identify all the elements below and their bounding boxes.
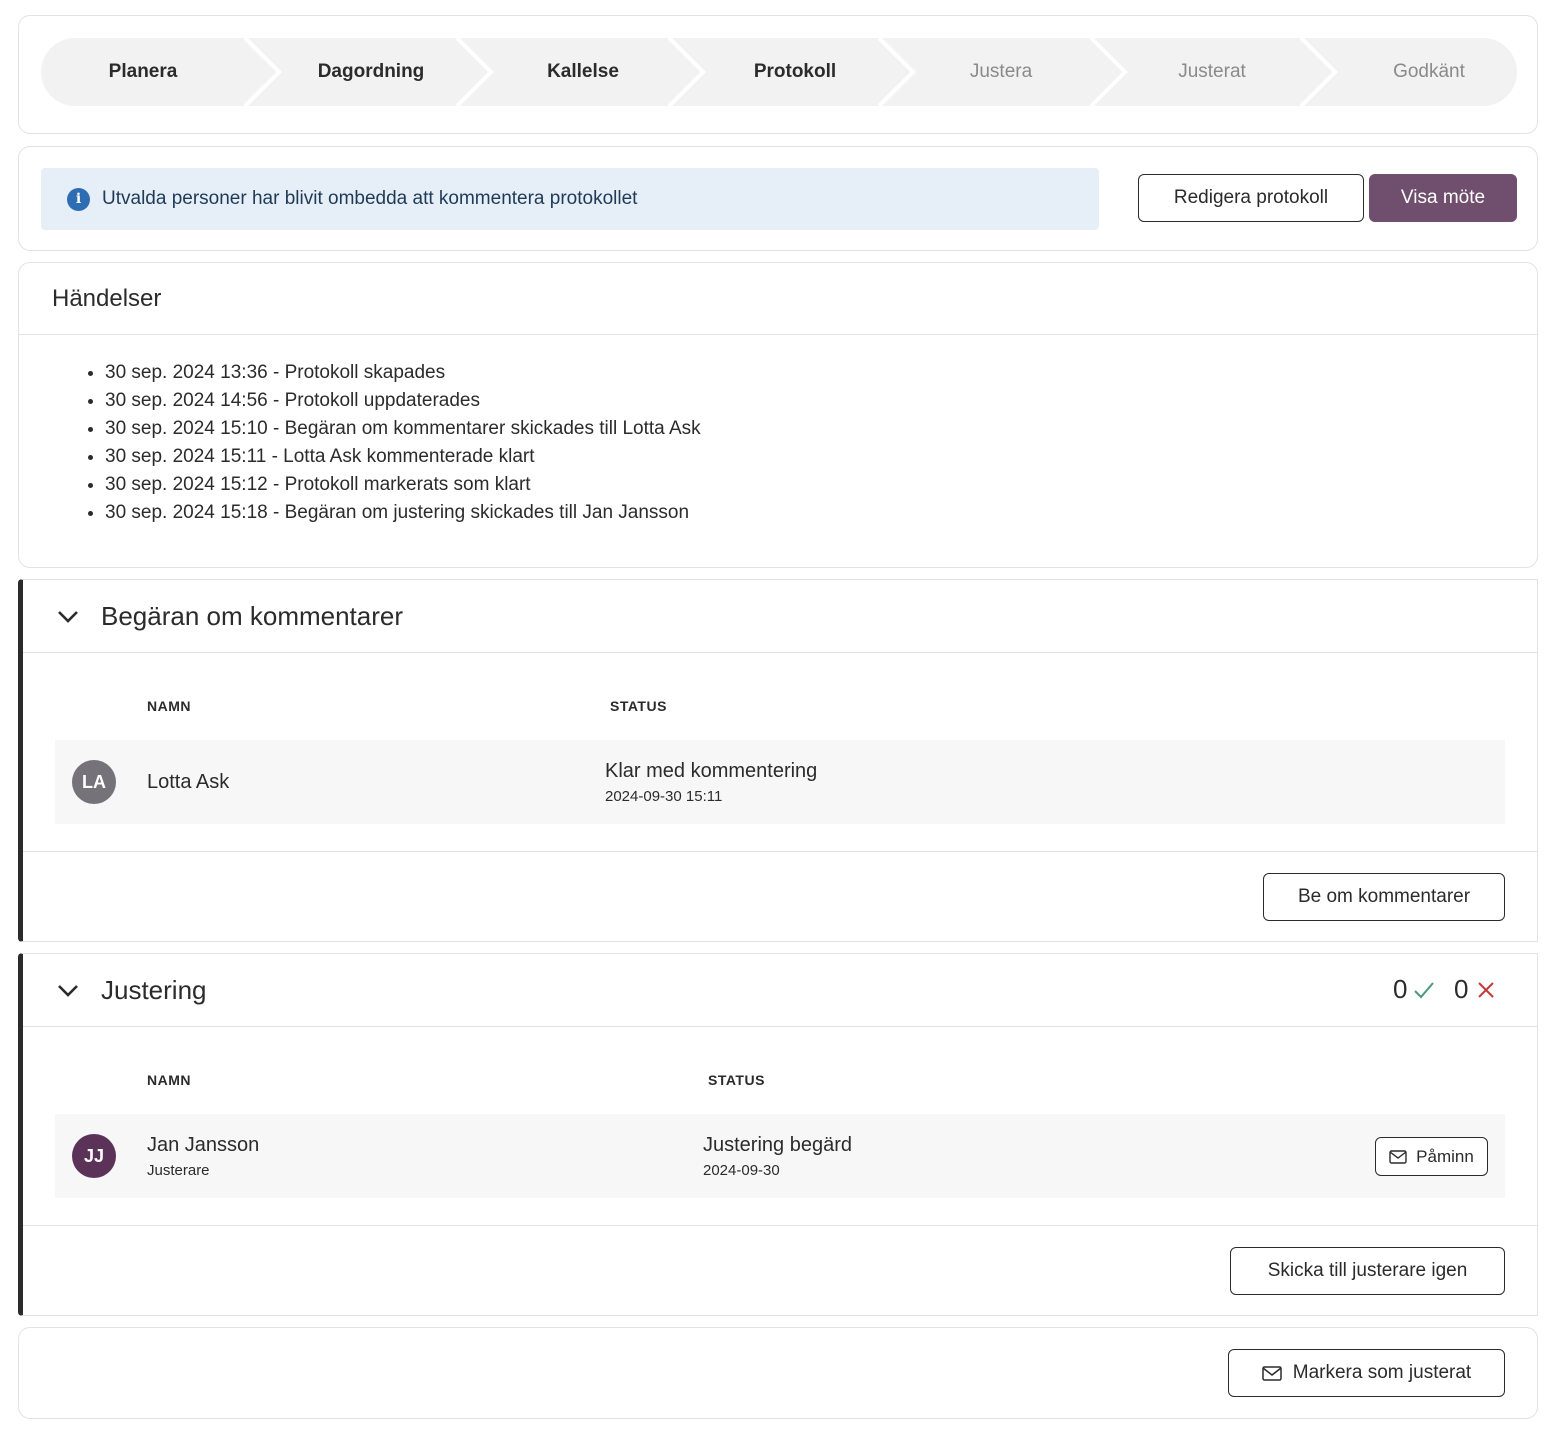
step-label: Godkänt (1393, 61, 1465, 82)
step-label: Kallelse (547, 61, 619, 82)
step-separator (243, 38, 282, 106)
step-label: Justerat (1178, 61, 1246, 82)
info-banner: i Utvalda personer har blivit ombedda at… (41, 168, 1099, 230)
column-header-status: STATUS (708, 1072, 765, 1088)
finalize-card: Markera som justerat (18, 1327, 1538, 1419)
progress-stepper: Planera Dagordning Kallelse Protokoll Ju… (41, 38, 1517, 106)
step-justera[interactable]: Justera (901, 38, 1101, 106)
step-label: Dagordning (317, 61, 425, 82)
event-item: 30 sep. 2024 15:10 - Begäran om kommenta… (105, 415, 1537, 443)
mark-as-adjusted-button[interactable]: Markera som justerat (1228, 1349, 1505, 1397)
person-role: Justerare (147, 1162, 210, 1179)
step-protokoll[interactable]: Protokoll (689, 38, 901, 106)
comment-requests-section: Begäran om kommentarer NAMN STATUS LA Lo… (18, 579, 1538, 942)
column-header-status: STATUS (610, 698, 667, 714)
events-title: Händelser (19, 263, 1537, 335)
info-message: Utvalda personer har blivit ombedda att … (102, 188, 638, 209)
step-separator (1299, 38, 1338, 106)
chevron-down-icon[interactable] (55, 978, 81, 1004)
remind-label: Påminn (1416, 1146, 1474, 1166)
justering-section: Justering 0 0 NAMN STATUS JJ Jan Jansson… (18, 953, 1538, 1316)
cross-icon (1478, 981, 1495, 998)
person-name: Lotta Ask (147, 771, 230, 793)
check-icon (1414, 981, 1435, 998)
info-icon: i (67, 187, 90, 211)
event-item: 30 sep. 2024 14:56 - Protokoll uppdatera… (105, 387, 1537, 415)
justering-header[interactable]: Justering 0 0 (23, 954, 1537, 1027)
approved-counter: 0 (1393, 974, 1437, 1005)
chevron-down-icon[interactable] (55, 604, 81, 630)
column-header-name: NAMN (147, 1072, 191, 1088)
step-justerat[interactable]: Justerat (1111, 38, 1313, 106)
step-label: Protokoll (753, 61, 837, 82)
avatar: LA (72, 760, 116, 804)
mail-icon (1389, 1149, 1407, 1164)
status-actions-card: i Utvalda personer har blivit ombedda at… (18, 146, 1538, 251)
step-separator (877, 38, 916, 106)
section-title: Begäran om kommentarer (101, 601, 404, 631)
status-text: Justering begärd (703, 1134, 852, 1156)
comment-requests-header[interactable]: Begäran om kommentarer (23, 580, 1537, 653)
step-label: Justera (969, 61, 1033, 82)
approved-count: 0 (1393, 974, 1408, 1004)
mail-icon (1262, 1365, 1282, 1381)
divider (23, 851, 1537, 852)
resend-to-adjuster-button[interactable]: Skicka till justerare igen (1230, 1247, 1505, 1295)
table-row: JJ Jan Jansson Justerare Justering begär… (55, 1114, 1505, 1198)
mark-as-adjusted-label: Markera som justerat (1292, 1362, 1472, 1383)
rejected-count: 0 (1454, 974, 1469, 1004)
divider (23, 1225, 1537, 1226)
events-list: 30 sep. 2024 13:36 - Protokoll skapades … (19, 335, 1537, 527)
section-title: Justering (101, 975, 207, 1005)
status-timestamp: 2024-09-30 15:11 (605, 788, 723, 805)
status-text: Klar med kommentering (605, 760, 818, 782)
step-kallelse[interactable]: Kallelse (477, 38, 689, 106)
progress-stepper-card: Planera Dagordning Kallelse Protokoll Ju… (18, 15, 1538, 134)
step-separator (455, 38, 494, 106)
edit-protocol-button[interactable]: Redigera protokoll (1138, 174, 1364, 222)
step-separator (1089, 38, 1128, 106)
table-row: LA Lotta Ask Klar med kommentering 2024-… (55, 740, 1505, 824)
person-name: Jan Jansson (147, 1134, 260, 1156)
step-separator (667, 38, 706, 106)
status-timestamp: 2024-09-30 (703, 1162, 780, 1179)
view-meeting-button[interactable]: Visa möte (1369, 174, 1517, 222)
event-item: 30 sep. 2024 15:12 - Protokoll markerats… (105, 471, 1537, 499)
request-comments-button[interactable]: Be om kommentarer (1263, 873, 1505, 921)
event-item: 30 sep. 2024 15:11 - Lotta Ask kommenter… (105, 443, 1537, 471)
step-planera[interactable]: Planera (41, 38, 245, 106)
event-item: 30 sep. 2024 13:36 - Protokoll skapades (105, 359, 1537, 387)
step-dagordning[interactable]: Dagordning (265, 38, 477, 106)
remind-button[interactable]: Påminn (1375, 1137, 1488, 1176)
event-item: 30 sep. 2024 15:18 - Begäran om justerin… (105, 499, 1537, 527)
column-header-name: NAMN (147, 698, 191, 714)
avatar: JJ (72, 1134, 116, 1178)
step-godkant[interactable]: Godkänt (1323, 38, 1517, 106)
events-card: Händelser 30 sep. 2024 13:36 - Protokoll… (18, 262, 1538, 568)
step-label: Planera (108, 61, 178, 82)
rejected-counter: 0 (1454, 974, 1498, 1005)
